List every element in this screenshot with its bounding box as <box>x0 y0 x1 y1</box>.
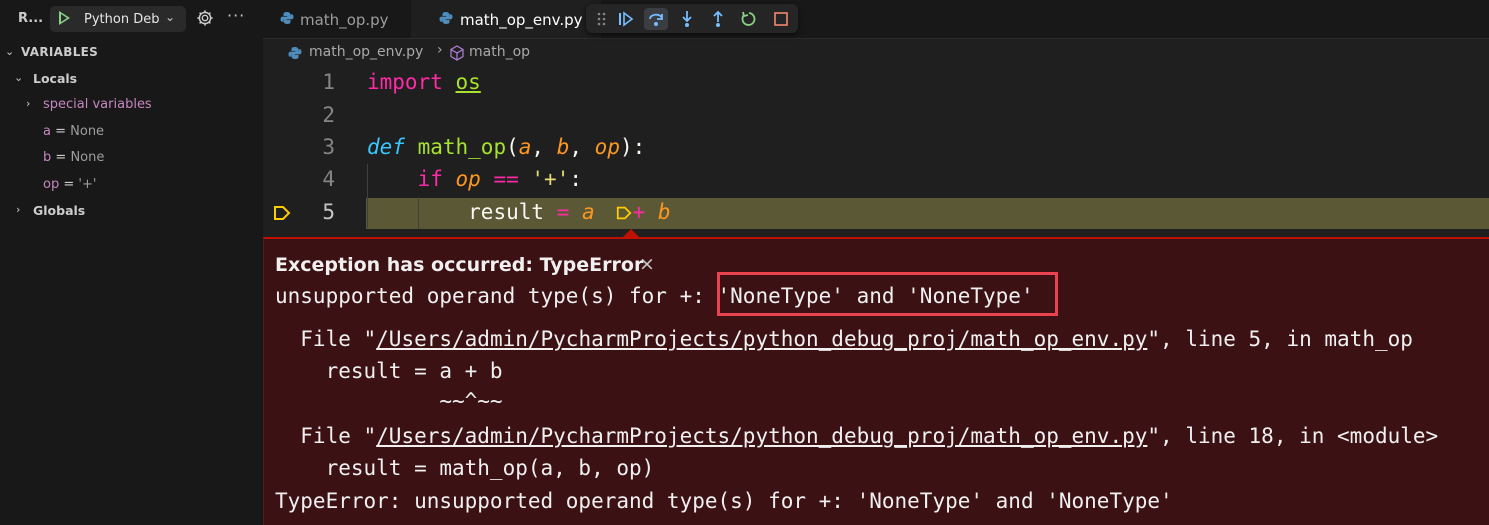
chevron-right-icon[interactable]: › <box>26 97 30 110</box>
tree-item-globals[interactable]: › Globals <box>0 200 263 222</box>
function-name: math_op <box>417 135 507 159</box>
step-out-icon[interactable] <box>706 8 730 30</box>
ellipsis-icon[interactable]: ··· <box>227 6 245 25</box>
python-file-icon <box>439 12 453 24</box>
special-variables-label: special variables <box>43 97 152 112</box>
trace-prefix: File " <box>275 424 377 448</box>
code-line-1: import os <box>367 70 481 94</box>
code-line-3: def math_op(a, b, op): <box>367 135 645 159</box>
continue-icon[interactable] <box>614 8 638 30</box>
variable: b <box>657 200 671 224</box>
variable-equals: = <box>50 124 71 139</box>
trace-file-link[interactable]: /Users/admin/PycharmProjects/python_debu… <box>376 424 1147 448</box>
code-line-4: if op == '+': <box>367 167 582 191</box>
launch-config-name: Python Deb <box>84 12 160 27</box>
exception-final-line: TypeError: unsupported operand type(s) f… <box>275 489 1173 513</box>
operator: == <box>480 167 532 191</box>
variables-header-label: VARIABLES <box>21 45 99 59</box>
line-number: 3 <box>322 135 335 159</box>
keyword: if <box>417 167 443 191</box>
tree-item-special-variables[interactable]: › special variables <box>0 94 263 116</box>
line-number: 2 <box>322 103 335 127</box>
operator: = <box>544 200 582 224</box>
string: '+' <box>531 167 570 191</box>
step-into-icon[interactable] <box>675 8 699 30</box>
param: op <box>594 135 620 159</box>
variable-row[interactable]: b = None <box>0 147 263 169</box>
variable: a <box>581 200 595 224</box>
debug-sidebar: R... Python Deb ⌄ ··· ⌄ VARIABLES ⌄ Loca… <box>0 0 263 525</box>
variable-value: None <box>70 150 105 165</box>
close-icon[interactable]: × <box>639 253 655 275</box>
variable-name: op <box>43 177 60 192</box>
exception-widget: Exception has occurred: TypeError × unsu… <box>263 237 1489 525</box>
keyword: def <box>367 135 405 159</box>
variables-section-header[interactable]: ⌄ VARIABLES <box>0 42 263 64</box>
cube-icon <box>450 45 464 61</box>
operator: + <box>632 200 646 224</box>
python-file-icon <box>280 12 294 24</box>
comma: , <box>531 135 557 159</box>
breadcrumb-separator: › <box>437 42 443 58</box>
breadcrumb: math_op_env.py › math_op <box>263 39 1489 67</box>
exception-title: Exception has occurred: TypeError <box>275 254 644 276</box>
variable: result <box>468 200 545 224</box>
variable-value: '+' <box>78 177 97 192</box>
variable-name: a <box>43 124 51 139</box>
line-number: 1 <box>322 70 335 94</box>
param: b <box>556 135 570 159</box>
editor-tab-bar: math_op.py math_op_env.py <box>263 0 1489 39</box>
colon: : <box>569 167 582 191</box>
tab-math-op[interactable]: math_op.py <box>263 0 411 38</box>
trace-prefix: File " <box>275 327 377 351</box>
chevron-down-icon[interactable]: ⌄ <box>5 45 14 58</box>
launch-config-dropdown[interactable]: Python Deb ⌄ <box>50 6 186 32</box>
variable-equals: = <box>51 150 71 165</box>
breadcrumb-file[interactable]: math_op_env.py <box>309 44 423 60</box>
trace-marker: ~~^~~ <box>275 389 503 413</box>
message-prefix: unsupported operand type(s) for +: <box>275 284 718 308</box>
trace-file-link[interactable]: /Users/admin/PycharmProjects/python_debu… <box>376 327 1147 351</box>
stop-icon[interactable] <box>769 8 793 30</box>
param: a <box>518 135 532 159</box>
variable: op <box>455 167 481 191</box>
highlight-box <box>717 272 1058 316</box>
restart-icon[interactable] <box>737 8 761 30</box>
variable-equals: = <box>59 177 79 192</box>
tab-label: math_op_env.py <box>460 11 583 29</box>
trace-suffix: ", line 5, in math_op <box>1147 327 1413 351</box>
run-and-debug-bar: R... Python Deb ⌄ ··· <box>0 0 263 38</box>
trace-line-2: File "/Users/admin/PycharmProjects/pytho… <box>275 424 1438 448</box>
trace-line-1: File "/Users/admin/PycharmProjects/pytho… <box>275 327 1413 351</box>
play-icon[interactable] <box>59 11 70 25</box>
inline-breakpoint-arrow-icon <box>616 206 632 220</box>
variable-row[interactable]: a = None <box>0 121 263 143</box>
trace-code-1: result = a + b <box>275 359 503 383</box>
trace-suffix: ", line 18, in <module> <box>1147 424 1439 448</box>
globals-label: Globals <box>33 203 86 218</box>
comma: , <box>569 135 595 159</box>
paren: ): <box>619 135 646 159</box>
gear-icon[interactable] <box>196 9 214 27</box>
chevron-down-icon[interactable]: ⌄ <box>165 10 175 24</box>
tab-math-op-env[interactable]: math_op_env.py <box>411 0 601 38</box>
tab-label: math_op.py <box>300 11 389 29</box>
breadcrumb-function[interactable]: math_op <box>469 44 530 60</box>
variable-row[interactable]: op = '+' <box>0 174 263 196</box>
module-name: os <box>455 70 481 94</box>
breakpoint-arrow-icon[interactable] <box>273 205 291 221</box>
step-over-icon[interactable] <box>644 8 668 30</box>
trace-code-2: result = math_op(a, b, op) <box>275 456 655 480</box>
keyword: import <box>367 70 443 94</box>
paren: ( <box>506 135 519 159</box>
line-number: 4 <box>322 167 335 191</box>
run-and-debug-title: R... <box>18 11 44 26</box>
tree-item-locals[interactable]: ⌄ Locals <box>0 68 263 90</box>
python-file-icon <box>288 47 302 59</box>
chevron-right-icon[interactable]: › <box>16 203 20 216</box>
locals-label: Locals <box>33 71 78 86</box>
chevron-down-icon[interactable]: ⌄ <box>14 71 23 84</box>
variable-value: None <box>70 124 105 139</box>
debug-toolbar <box>586 4 798 33</box>
